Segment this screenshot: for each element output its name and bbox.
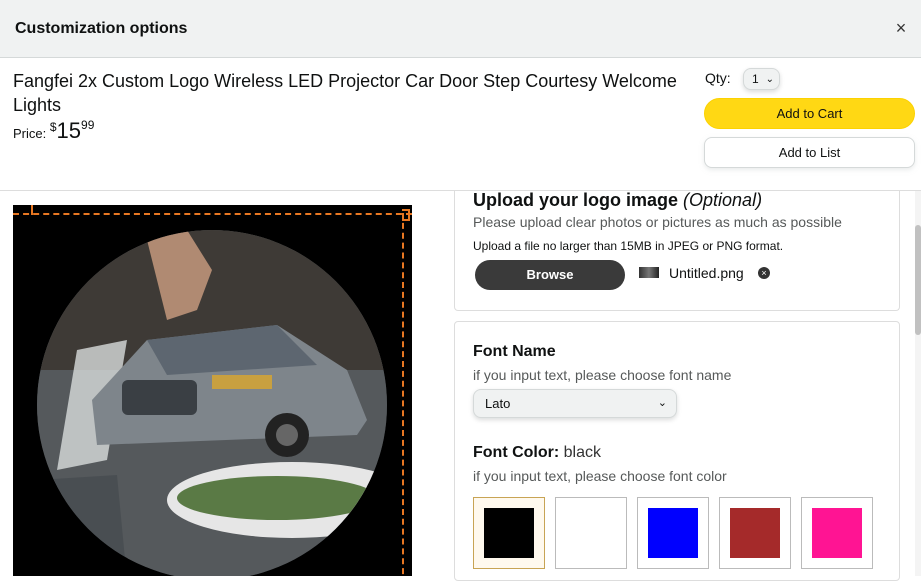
price-fraction: 99 bbox=[81, 118, 95, 132]
color-swatch-red[interactable] bbox=[719, 497, 791, 569]
price-row: Price: $1599 bbox=[13, 118, 94, 144]
color-swatch-fill bbox=[648, 508, 698, 558]
font-name-title: Font Name bbox=[473, 343, 556, 360]
product-bar: Fangfei 2x Custom Logo Wireless LED Proj… bbox=[0, 58, 921, 191]
price-label: Price: bbox=[13, 126, 47, 141]
guide-corner-right bbox=[402, 209, 410, 221]
guide-corner-left bbox=[31, 205, 33, 215]
price-whole: 15 bbox=[56, 118, 82, 143]
scrollbar-thumb[interactable] bbox=[915, 225, 921, 335]
color-swatch-fill bbox=[484, 508, 534, 558]
upload-note: Upload a file no larger than 15MB in JPE… bbox=[473, 239, 784, 253]
font-name-dropdown[interactable]: Lato ⌄ bbox=[473, 389, 677, 418]
color-swatch-white[interactable] bbox=[555, 497, 627, 569]
logo-photo-image bbox=[37, 230, 387, 576]
modal-header: Customization options × bbox=[0, 0, 921, 58]
font-name-hint: if you input text, please choose font na… bbox=[473, 367, 732, 383]
chevron-down-icon: ⌄ bbox=[765, 74, 774, 85]
color-swatch-fill bbox=[730, 508, 780, 558]
remove-file-icon[interactable]: × bbox=[758, 267, 770, 279]
modal-title: Customization options bbox=[15, 20, 188, 37]
upload-title: Upload your logo image (Optional) bbox=[473, 190, 762, 211]
upload-title-text: Upload your logo image bbox=[473, 190, 679, 210]
upload-hint: Please upload clear photos or pictures a… bbox=[473, 214, 842, 230]
file-thumbnail-icon bbox=[639, 267, 659, 278]
color-swatch-fill bbox=[566, 508, 616, 558]
close-button[interactable]: × bbox=[891, 18, 911, 38]
guide-line-top bbox=[13, 213, 412, 215]
guide-line-right bbox=[402, 213, 404, 576]
font-color-value: black bbox=[563, 444, 602, 461]
price-symbol: $ bbox=[49, 120, 57, 134]
color-swatch-fill bbox=[812, 508, 862, 558]
chevron-down-icon: ⌄ bbox=[657, 397, 667, 409]
font-color-title: Font Color: black bbox=[473, 444, 601, 462]
product-title: Fangfei 2x Custom Logo Wireless LED Proj… bbox=[13, 71, 677, 115]
color-swatch-black[interactable] bbox=[473, 497, 545, 569]
add-to-cart-button[interactable]: Add to Cart bbox=[704, 98, 915, 129]
qty-dropdown[interactable]: 1 ⌄ bbox=[743, 68, 780, 90]
color-swatch-blue[interactable] bbox=[637, 497, 709, 569]
qty-value: 1 bbox=[752, 72, 759, 86]
font-color-hint: if you input text, please choose font co… bbox=[473, 468, 727, 484]
add-to-list-button[interactable]: Add to List bbox=[704, 137, 915, 168]
upload-optional-text: (Optional) bbox=[683, 190, 763, 210]
color-swatch-pink[interactable] bbox=[801, 497, 873, 569]
browse-button[interactable]: Browse bbox=[475, 260, 625, 290]
uploaded-file-name: Untitled.png bbox=[669, 265, 744, 281]
font-name-value: Lato bbox=[485, 396, 511, 411]
customization-preview bbox=[13, 205, 412, 576]
font-color-label: Font Color: bbox=[473, 444, 560, 461]
uploaded-logo-preview bbox=[37, 230, 387, 576]
qty-label: Qty: bbox=[705, 70, 731, 86]
